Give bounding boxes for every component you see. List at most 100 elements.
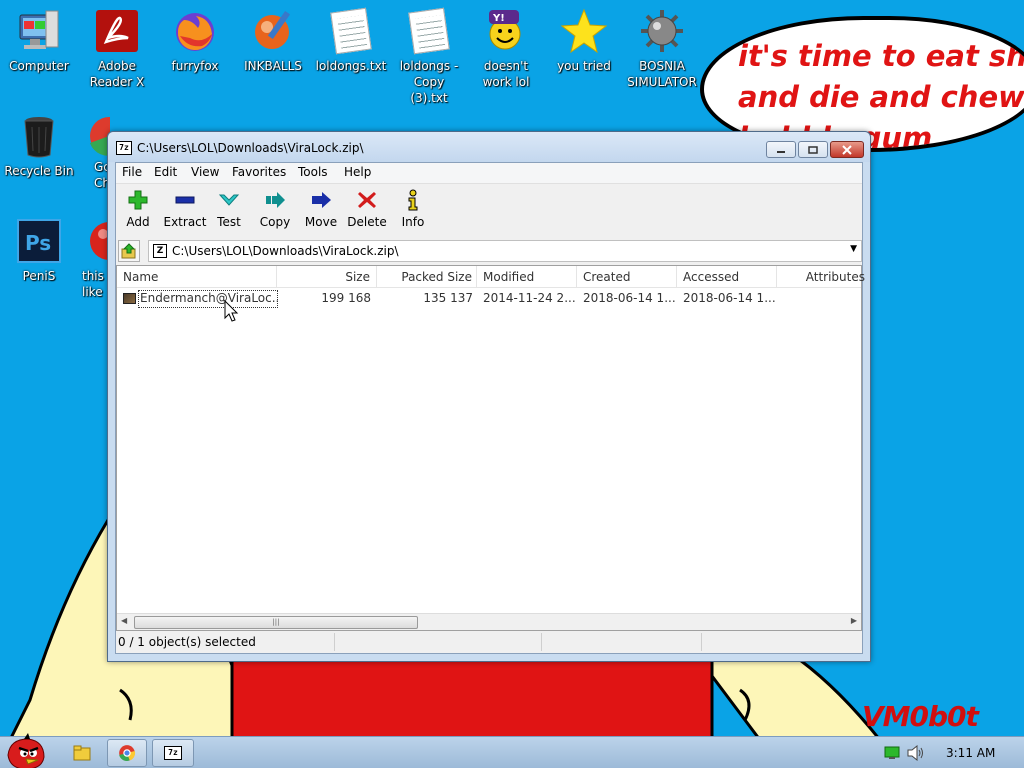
desktop-icon-photoshop[interactable]: Ps PeniS [0, 218, 79, 284]
desktop-icon-label: Computer [9, 59, 69, 73]
volume-icon[interactable] [906, 745, 924, 761]
column-packed-size[interactable]: Packed Size [377, 266, 477, 288]
red-ball-icon [86, 218, 107, 264]
desktop-icon-loldongs-copy[interactable]: loldongs - Copy (3).txt [389, 7, 469, 106]
move-label: Move [304, 215, 338, 229]
move-button[interactable]: Move [299, 188, 343, 229]
info-label: Info [401, 215, 425, 229]
test-button[interactable]: Test [207, 188, 251, 229]
close-button[interactable] [830, 141, 864, 158]
desktop-icon-label: you tried [557, 59, 611, 73]
info-icon [408, 189, 418, 211]
folder-icon [73, 745, 91, 761]
taskbar-7zip[interactable]: 7z [152, 739, 194, 767]
computer-icon [16, 8, 62, 54]
copy-button[interactable]: Copy [253, 188, 297, 229]
column-created[interactable]: Created [577, 266, 677, 288]
scroll-left-icon[interactable]: ◀ [121, 616, 127, 625]
cell-size: 199 168 [321, 291, 371, 305]
menu-edit[interactable]: Edit [154, 165, 177, 179]
menu-help[interactable]: Help [344, 165, 371, 179]
network-icon[interactable] [884, 746, 900, 760]
test-label: Test [217, 215, 241, 229]
toolbar: Add Extract Test Copy Move Delete Info [116, 183, 862, 237]
extract-button[interactable]: Extract [163, 188, 207, 229]
menu-tools[interactable]: Tools [298, 165, 328, 179]
desktop-icon-loldongs[interactable]: loldongs.txt [311, 7, 391, 74]
cell-name: Endermanch@ViraLoc... [140, 291, 278, 305]
scroll-right-icon[interactable]: ▶ [851, 616, 857, 625]
address-field[interactable]: Z C:\Users\LOL\Downloads\ViraLock.zip\ ▼ [148, 240, 862, 262]
column-attributes[interactable]: Attributes [777, 266, 865, 288]
column-accessed[interactable]: Accessed [677, 266, 777, 288]
7zip-app-icon: 7z [116, 141, 132, 155]
menu-view[interactable]: View [191, 165, 219, 179]
desktop-icon-yahoo[interactable]: Y! doesn't work lol [466, 8, 546, 90]
desktop-icon-recycle-bin[interactable]: Recycle Bin [0, 113, 79, 179]
desktop-icon-label: Adobe Reader X [89, 59, 145, 89]
maximize-button[interactable] [798, 141, 828, 158]
minus-icon [175, 196, 195, 204]
desktop-icon-this-like[interactable]: this like [80, 218, 107, 300]
desktop-icon-label: INKBALLS [244, 59, 302, 73]
column-modified[interactable]: Modified [477, 266, 577, 288]
desktop-icon-label: Recycle Bin [4, 164, 74, 178]
horizontal-scrollbar[interactable]: ◀ ||| ▶ [117, 613, 861, 630]
delete-button[interactable]: Delete [345, 188, 389, 229]
star-icon [561, 8, 607, 54]
column-size[interactable]: Size [277, 266, 377, 288]
desktop-icon-label: loldongs - Copy (3).txt [399, 59, 459, 105]
inkball-icon [250, 8, 296, 54]
desktop-icon-label: doesn't work lol [482, 59, 530, 89]
menu-favorites[interactable]: Favorites [232, 165, 286, 179]
desktop-icon-you-tried[interactable]: you tried [544, 8, 624, 74]
cell-accessed: 2018-06-14 1... [683, 291, 776, 305]
desktop-icon-furryfox[interactable]: furryfox [155, 8, 235, 74]
window-title: C:\Users\LOL\Downloads\ViraLock.zip\ [137, 141, 364, 155]
menu-bar: File Edit View Favorites Tools Help [116, 163, 862, 183]
7zip-app-icon: 7z [164, 746, 182, 760]
address-text: C:\Users\LOL\Downloads\ViraLock.zip\ [172, 244, 399, 258]
minimize-icon [777, 150, 785, 153]
taskbar-explorer[interactable] [62, 739, 102, 767]
mine-icon [639, 8, 685, 54]
add-button[interactable]: Add [116, 188, 160, 229]
7zip-window[interactable]: 7z C:\Users\LOL\Downloads\ViraLock.zip\ … [107, 131, 871, 662]
address-bar: Z C:\Users\LOL\Downloads\ViraLock.zip\ ▼ [116, 237, 862, 265]
scrollbar-thumb[interactable]: ||| [134, 616, 418, 629]
watermark-text: VM0b0t [862, 700, 979, 733]
desktop-icon-bosnia[interactable]: BOSNIA SIMULATOR [622, 8, 702, 90]
list-header: Name Size Packed Size Modified Created A… [117, 266, 865, 288]
status-divider [541, 633, 542, 651]
desktop-icon-computer[interactable]: Computer [0, 8, 79, 74]
desktop-icon-label: PeniS [22, 269, 56, 283]
desktop-icon-label: loldongs.txt [315, 59, 387, 73]
plus-icon [128, 190, 148, 210]
desktop-icon-label: this like [82, 269, 104, 299]
angry-bird-icon [7, 733, 45, 768]
desktop-icon-adobe-reader[interactable]: Adobe Reader X [77, 8, 157, 90]
adobe-reader-icon [94, 8, 140, 54]
chrome-icon [119, 745, 136, 762]
text-file-icon [406, 7, 452, 55]
x-icon [358, 192, 376, 208]
menu-file[interactable]: File [122, 165, 142, 179]
taskbar-chrome[interactable] [107, 739, 147, 767]
title-bar[interactable]: 7z C:\Users\LOL\Downloads\ViraLock.zip\ [108, 132, 870, 162]
dropdown-arrow-icon[interactable]: ▼ [850, 244, 857, 254]
firefox-icon [172, 8, 218, 54]
info-button[interactable]: Info [391, 188, 435, 229]
status-text: 0 / 1 object(s) selected [118, 635, 256, 649]
executable-file-icon [123, 293, 136, 304]
column-name[interactable]: Name [117, 266, 277, 288]
desktop-icon-inkballs[interactable]: INKBALLS [233, 8, 313, 74]
start-button[interactable] [4, 733, 48, 768]
clock[interactable]: 3:11 AM [946, 746, 995, 760]
extract-label: Extract [163, 215, 207, 229]
minimize-button[interactable] [766, 141, 796, 158]
desktop-icon-label: furryfox [171, 59, 219, 73]
cell-created: 2018-06-14 1... [583, 291, 676, 305]
photoshop-icon: Ps [16, 218, 62, 264]
maximize-icon [808, 145, 818, 154]
up-folder-button[interactable] [118, 240, 140, 262]
